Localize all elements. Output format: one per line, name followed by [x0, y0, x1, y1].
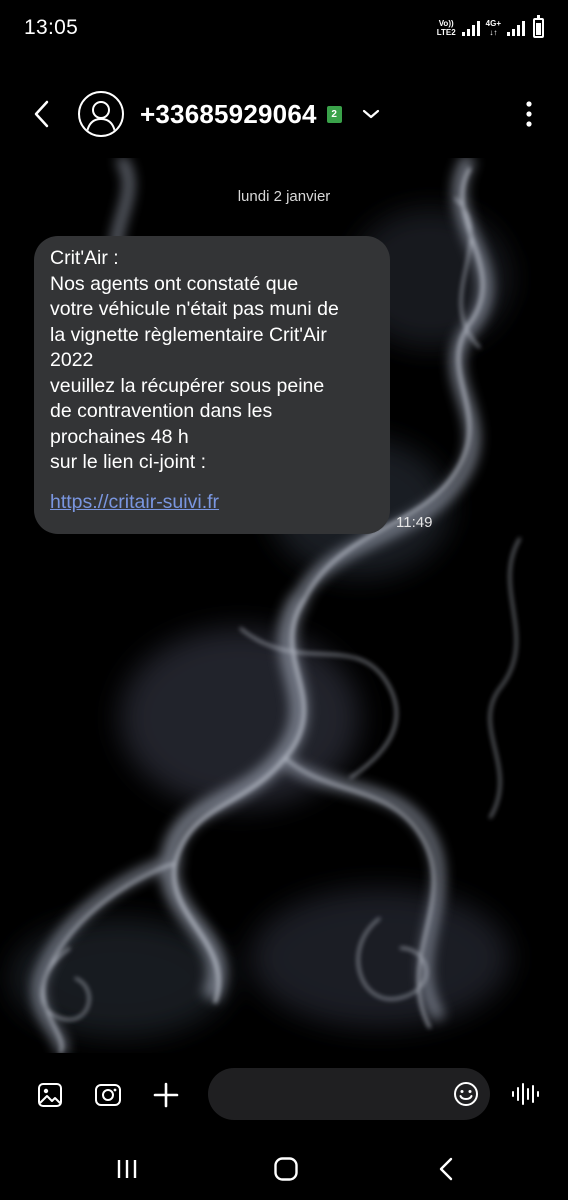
contact-name[interactable]: +33685929064 [140, 99, 317, 130]
emoji-icon [454, 1082, 478, 1106]
sim-badge: 2 [326, 105, 342, 123]
message-text-line: Crit'Air : [50, 247, 119, 269]
emoji-button[interactable] [444, 1072, 488, 1116]
message-link[interactable]: https://critair-suivi.fr [50, 490, 374, 516]
more-options-button[interactable] [514, 94, 544, 134]
message-text-line: votre véhicule n'était pas muni de [50, 298, 339, 320]
back-arrow-icon [34, 100, 49, 128]
contact-details-toggle[interactable] [356, 99, 386, 129]
signal-icon [507, 20, 525, 36]
gallery-icon [38, 1083, 62, 1107]
received-message-bubble[interactable]: Crit'Air : Nos agents ont constaté que v… [34, 236, 390, 534]
message-composer [0, 1053, 568, 1137]
attach-button[interactable] [138, 1067, 194, 1123]
system-nav-bar [0, 1137, 568, 1200]
contact-avatar[interactable] [78, 91, 124, 137]
home-icon [274, 1157, 298, 1181]
home-button[interactable] [256, 1145, 316, 1193]
status-icons: Vo)) LTE2 4G+ ↓↑ [436, 15, 544, 38]
message-text-line: Nos agents ont constaté que [50, 272, 299, 295]
status-bar: 13:05 Vo)) LTE2 4G+ ↓↑ [0, 0, 568, 56]
person-icon [86, 101, 116, 133]
battery-icon [533, 15, 544, 38]
more-vertical-icon [526, 101, 532, 127]
back-icon [439, 1157, 453, 1181]
back-button[interactable] [14, 86, 70, 142]
status-time: 13:05 [24, 16, 79, 39]
message-text-line: prochaines 48 h [50, 425, 189, 448]
network-type-icon: 4G+ ↓↑ [485, 19, 501, 37]
gallery-button[interactable] [22, 1067, 78, 1123]
message-text-line: sur le lien ci-joint : [50, 451, 207, 473]
volte-icon: Vo)) LTE2 [436, 19, 456, 37]
signal-icon [461, 20, 480, 36]
chevron-down-icon [362, 109, 379, 119]
messages-app: 13:05 Vo)) LTE2 4G+ ↓↑ +33685929064 2 lu… [0, 0, 568, 1200]
camera-icon [95, 1084, 121, 1106]
message-text-line: 2022 [50, 349, 94, 371]
voice-waveform-icon [512, 1083, 539, 1105]
camera-button[interactable] [80, 1067, 136, 1123]
recent-apps-icon [117, 1160, 137, 1178]
message-timestamp: 11:49 [396, 514, 433, 531]
voice-record-button[interactable] [502, 1072, 548, 1116]
recent-apps-button[interactable] [97, 1145, 157, 1193]
message-text-line: la vignette règlementaire Crit'Air [50, 323, 327, 346]
message-text-line: veuillez la récupérer sous peine [50, 374, 325, 397]
plus-icon [153, 1082, 179, 1108]
date-divider: lundi 2 janvier [237, 188, 331, 205]
message-text-line: de contravention dans les [50, 400, 273, 422]
system-back-button[interactable] [416, 1145, 476, 1193]
conversation-header: +33685929064 2 [0, 70, 568, 158]
